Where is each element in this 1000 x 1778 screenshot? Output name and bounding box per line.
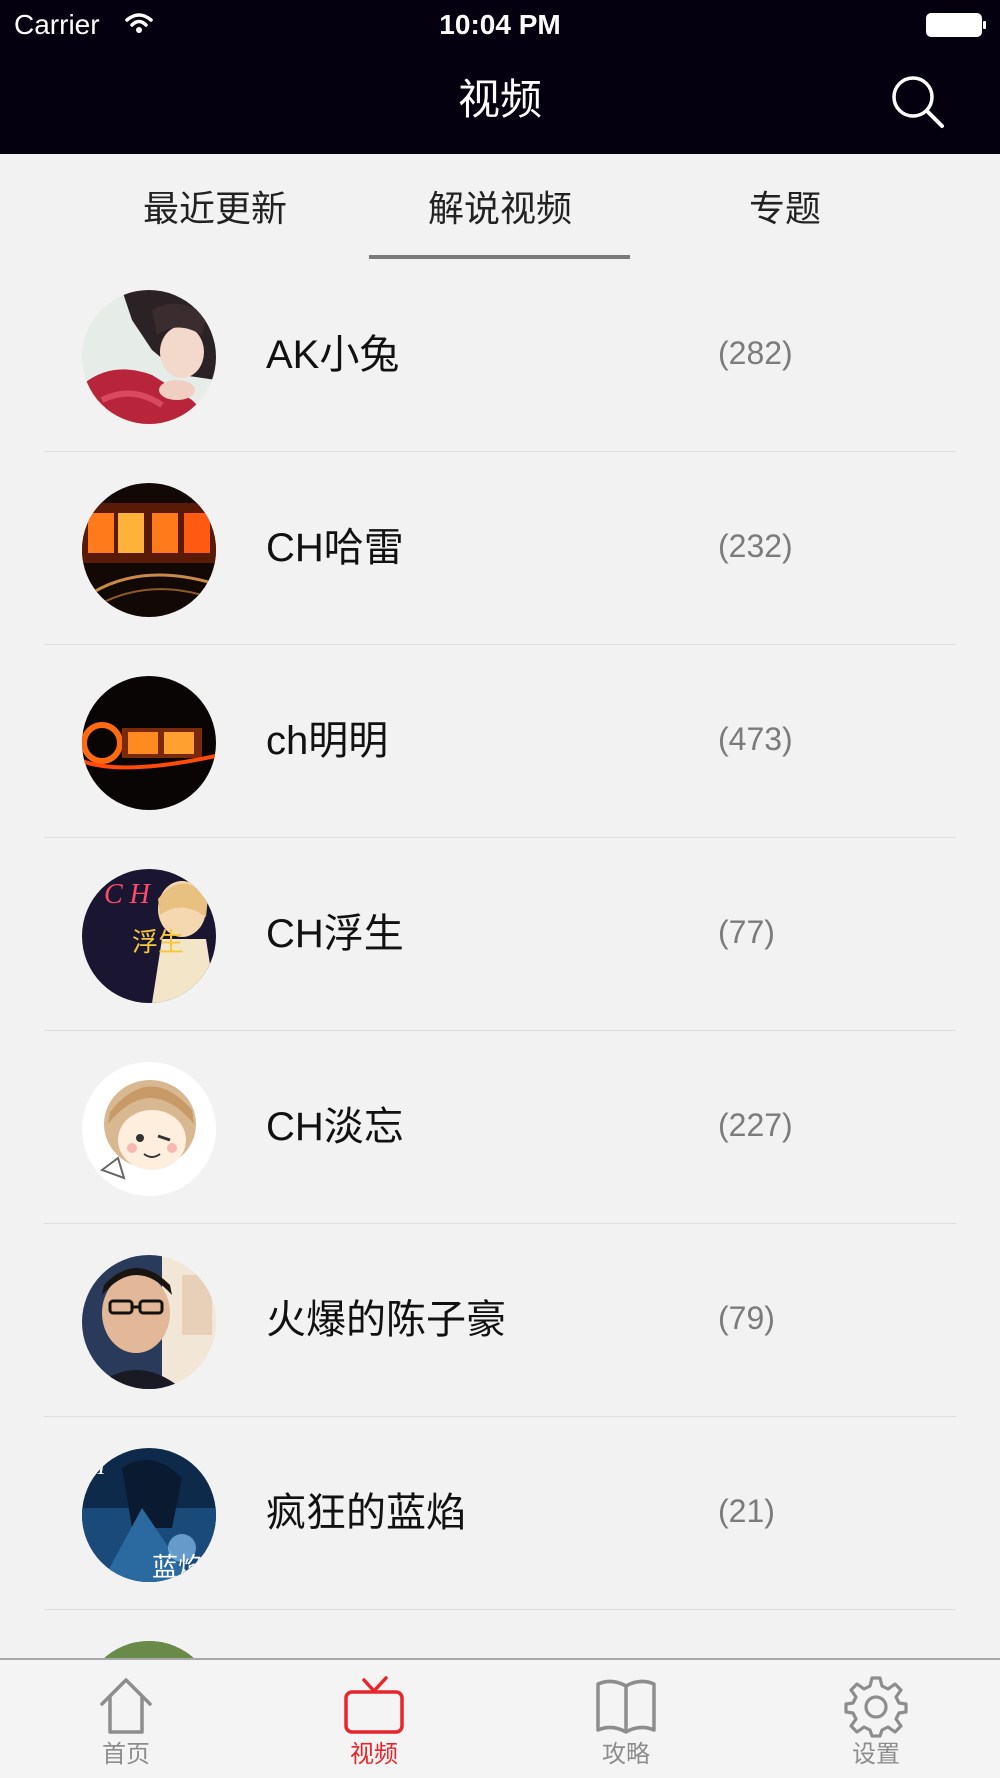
avatar: C H 浮生 (82, 869, 216, 1003)
video-count: (282) (718, 335, 793, 371)
divider (44, 837, 956, 838)
video-count: (232) (718, 528, 793, 564)
video-count: (473) (718, 721, 793, 757)
avatar (82, 676, 216, 810)
home-icon (100, 1678, 152, 1734)
avatar (82, 483, 216, 617)
tab-recent-updates[interactable]: 最近更新 (90, 154, 340, 264)
page-title: 视频 (457, 76, 542, 123)
list-item[interactable]: CH淡忘 (227) (0, 1036, 1000, 1229)
commentator-list[interactable]: AK小兔 (282) CH哈雷 (232) ch明明 (473) C H 浮生 … (0, 264, 1000, 1658)
list-item[interactable] (0, 1615, 1000, 1658)
commentator-name: CH哈雷 (266, 526, 404, 570)
tabbar-video[interactable]: 视频 (294, 1660, 454, 1778)
tab-bar: 首页 视频 攻略 设置 (0, 1658, 1000, 1778)
segment-tabs: 最近更新 解说视频 专题 (0, 154, 1000, 264)
search-button[interactable] (886, 70, 950, 134)
commentator-name: CH浮生 (266, 912, 404, 956)
commentator-name: AK小兔 (266, 333, 400, 377)
divider (44, 1030, 956, 1031)
tabbar-label: 首页 (102, 1741, 150, 1768)
status-time: 10:04 PM (439, 9, 561, 40)
divider (44, 1223, 956, 1224)
tabbar-settings[interactable]: 设置 (796, 1660, 956, 1778)
list-item[interactable]: ch明明 (473) (0, 650, 1000, 843)
divider (44, 644, 956, 645)
svg-text:蓝焰: 蓝焰 (152, 1553, 204, 1582)
status-bar: Carrier 10:04 PM (0, 0, 1000, 50)
list-item[interactable]: CH哈雷 (232) (0, 457, 1000, 650)
svg-text:浮生: 浮生 (132, 928, 184, 958)
avatar (82, 290, 216, 424)
nav-bar: 视频 (0, 50, 1000, 154)
tabbar-label: 视频 (350, 1741, 398, 1768)
list-item[interactable]: 火爆的陈子豪 (79) (0, 1229, 1000, 1422)
tabbar-label: 攻略 (602, 1741, 650, 1768)
tab-commentary-videos[interactable]: 解说视频 (370, 154, 630, 264)
book-icon (596, 1679, 656, 1734)
tabbar-home[interactable]: 首页 (46, 1660, 206, 1778)
commentator-name: CH淡忘 (266, 1105, 404, 1149)
avatar (82, 1062, 216, 1196)
avatar (82, 1641, 216, 1658)
video-count: (227) (718, 1107, 793, 1143)
divider (44, 1416, 956, 1417)
tabbar-guides[interactable]: 攻略 (546, 1660, 706, 1778)
divider (44, 451, 956, 452)
avatar: H 蓝焰 (82, 1448, 216, 1582)
commentator-name: 疯狂的蓝焰 (266, 1491, 466, 1535)
svg-text:H: H (87, 1454, 107, 1480)
tv-icon (344, 1676, 404, 1734)
list-item[interactable]: H 蓝焰 疯狂的蓝焰 (21) (0, 1422, 1000, 1615)
battery-icon (926, 12, 988, 38)
video-count: (79) (718, 1300, 775, 1336)
tabbar-label: 设置 (852, 1741, 900, 1768)
svg-text:C H: C H (104, 879, 152, 910)
divider (44, 1609, 956, 1610)
gear-icon (844, 1676, 908, 1738)
list-item[interactable]: C H 浮生 CH浮生 (77) (0, 843, 1000, 1036)
commentator-name: 火爆的陈子豪 (266, 1298, 506, 1342)
active-tab-indicator (369, 255, 630, 259)
commentator-name: ch明明 (266, 719, 389, 763)
avatar (82, 1255, 216, 1389)
tab-topics[interactable]: 专题 (660, 154, 910, 264)
video-count: (77) (718, 914, 775, 950)
video-count: (21) (718, 1493, 775, 1529)
list-item[interactable]: AK小兔 (282) (0, 264, 1000, 457)
search-icon (892, 76, 944, 128)
